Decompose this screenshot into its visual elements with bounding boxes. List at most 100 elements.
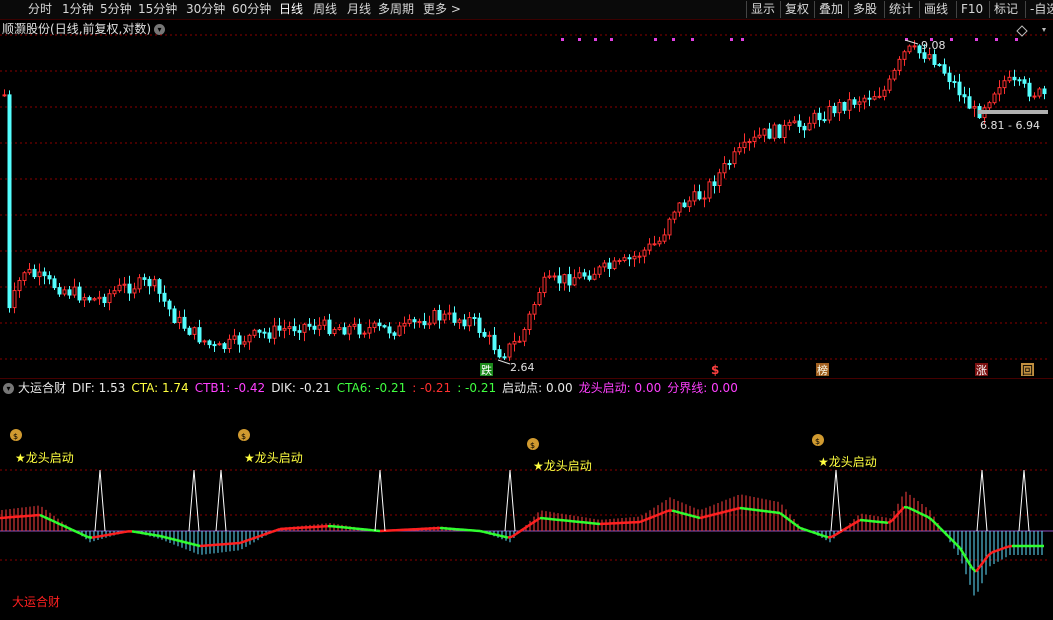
candle-body (442, 313, 447, 321)
signal-line (763, 509, 769, 513)
signal-line (995, 548, 1001, 553)
price-chart[interactable]: 9.08 2.64 6.81 - 6.94 跌 $ 榜 涨 回 (0, 20, 1053, 378)
candle-body (62, 289, 67, 295)
signal-line (943, 531, 949, 537)
marker-dollar[interactable]: $ (711, 363, 719, 377)
signal-line (63, 524, 69, 530)
signal-line (899, 506, 905, 513)
candle-body (117, 284, 122, 292)
candle-body (847, 99, 852, 111)
signal-line (887, 519, 893, 524)
candle-body (472, 316, 477, 319)
toolbar-button-3[interactable]: 多股 (853, 0, 877, 19)
period-tab-5[interactable]: 60分钟 (232, 0, 271, 19)
toolbar-button-1[interactable]: 复权 (785, 0, 809, 19)
candle-body (492, 334, 497, 351)
candle-body (617, 260, 622, 263)
signal-line (743, 507, 749, 511)
candle-body (487, 334, 492, 337)
indicator-chart[interactable]: $ ★龙头启动 $ ★龙头启动 $ ★龙头启动 $ ★龙头启动 (0, 378, 1053, 620)
period-tab-10[interactable]: 更多 > (423, 0, 461, 19)
candle-body (302, 323, 307, 333)
signal-line (651, 514, 657, 519)
candle-body (122, 283, 127, 286)
candle-body (627, 257, 632, 260)
candle-body (2, 94, 7, 97)
toolbar-button-7[interactable]: 标记 (994, 0, 1018, 19)
candle-body (462, 319, 467, 327)
signal-line (923, 513, 929, 519)
spike-signal (504, 469, 516, 532)
signal-line (119, 530, 125, 534)
candle-body (387, 326, 392, 334)
signal-line (39, 513, 45, 518)
period-tab-0[interactable]: 分时 (28, 0, 52, 19)
toolbar-button-4[interactable]: 统计 (889, 0, 913, 19)
candle-body (397, 325, 402, 336)
signal-line (811, 530, 817, 535)
candle-body (262, 331, 267, 334)
candle-body (722, 163, 727, 174)
candle-body (647, 243, 652, 251)
period-tab-8[interactable]: 月线 (347, 0, 371, 19)
signal-line (655, 512, 661, 517)
toolbar-button-8[interactable]: -自选 (1030, 0, 1053, 19)
candle-body (142, 277, 147, 280)
candle-body (757, 134, 762, 138)
candle-body (382, 325, 387, 328)
money-bag-glyph: $ (530, 441, 535, 450)
candle-body (507, 343, 512, 358)
toolbar-divider (848, 1, 849, 18)
period-tab-3[interactable]: 15分钟 (138, 0, 177, 19)
signal-line (747, 507, 753, 511)
signal-line (259, 533, 265, 538)
signal-line (167, 536, 173, 541)
period-tab-6[interactable]: 日线 (279, 0, 303, 19)
signal-line (767, 510, 773, 514)
candle-body (297, 330, 302, 333)
toolbar-button-2[interactable]: 叠加 (819, 0, 843, 19)
toolbar-button-5[interactable]: 画线 (924, 0, 948, 19)
toolbar-button-0[interactable]: 显示 (751, 0, 775, 19)
candle-body (467, 316, 472, 327)
signal-line (107, 532, 113, 537)
dropdown-icon[interactable] (1042, 28, 1046, 32)
signal-line (947, 535, 953, 541)
toolbar-button-6[interactable]: F10 (961, 0, 983, 19)
candle-body (842, 101, 847, 111)
candle-body (817, 112, 822, 121)
signal-line (47, 517, 53, 522)
candle-body (272, 325, 277, 339)
period-tab-1[interactable]: 1分钟 (62, 0, 94, 19)
signal-line (87, 535, 93, 539)
period-tab-7[interactable]: 周线 (313, 0, 337, 19)
signal-line (515, 530, 521, 536)
candle-body (677, 202, 682, 213)
candle-body (157, 279, 162, 294)
spike-signal (374, 469, 386, 532)
signal-line (187, 541, 193, 546)
period-tab-4[interactable]: 30分钟 (186, 0, 225, 19)
candle-body (447, 312, 452, 315)
toolbar-divider (1025, 1, 1026, 18)
signal-line (966, 560, 974, 569)
candle-body (482, 331, 487, 337)
signal-line (739, 506, 745, 510)
candle-body (137, 277, 142, 290)
candle-body (902, 51, 907, 60)
candle-body (362, 332, 367, 335)
period-tab-9[interactable]: 多周期 (378, 0, 414, 19)
signal-line (103, 533, 109, 537)
signal-text-2: ★龙头启动 (533, 459, 592, 473)
signal-line (759, 509, 765, 513)
candle-body (357, 323, 362, 335)
signal-line (707, 513, 713, 518)
candle-body (837, 101, 842, 114)
period-tab-2[interactable]: 5分钟 (100, 0, 132, 19)
candle-body (822, 119, 827, 122)
spike-signal (830, 469, 842, 532)
candle-body (177, 316, 182, 324)
candle-body (207, 340, 212, 346)
signal-line (139, 531, 145, 535)
signal-text-1: ★龙头启动 (244, 451, 303, 465)
